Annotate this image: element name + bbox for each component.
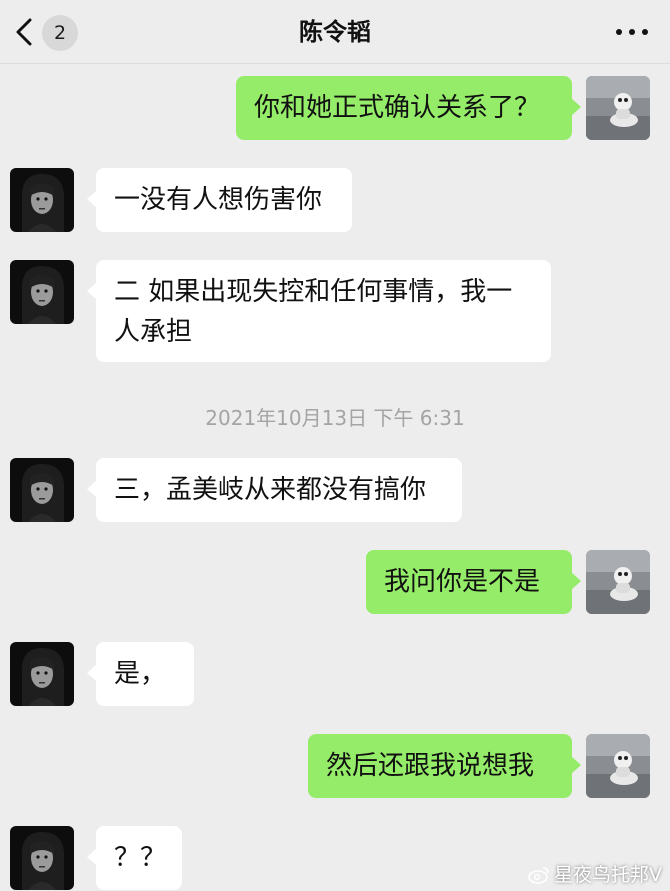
incoming-message[interactable]: 三，孟美岐从来都没有搞你 <box>87 458 462 522</box>
incoming-message[interactable]: ？？ <box>87 826 182 890</box>
watermark-text: 星夜鸟托邦V <box>554 864 662 886</box>
self-avatar[interactable] <box>586 734 650 798</box>
contact-avatar[interactable] <box>10 826 74 890</box>
incoming-message[interactable]: 是， <box>87 642 194 706</box>
outgoing-message[interactable]: 我问你是不是 <box>366 550 581 614</box>
self-avatar[interactable] <box>586 550 650 614</box>
contact-avatar[interactable] <box>10 642 74 706</box>
contact-avatar[interactable] <box>10 458 74 522</box>
weibo-watermark: 星夜鸟托邦V <box>528 860 662 887</box>
incoming-message[interactable]: 二 如果出现失控和任何事情，我一人承担 <box>87 260 551 362</box>
chat-title: 陈令韬 <box>299 18 371 46</box>
chat-header: 2 陈令韬 <box>0 0 670 64</box>
self-avatar[interactable] <box>586 76 650 140</box>
chevron-left-icon[interactable] <box>14 18 34 46</box>
outgoing-message[interactable]: 你和她正式确认关系了？ <box>236 76 581 140</box>
unread-count-badge[interactable]: 2 <box>42 15 78 51</box>
outgoing-message[interactable]: 然后还跟我说想我 <box>308 734 581 798</box>
contact-avatar[interactable] <box>10 168 74 232</box>
weibo-logo-icon <box>528 867 549 884</box>
message-timestamp: 2021年10月13日 下午 6:31 <box>205 406 465 430</box>
message-list[interactable]: 你和她正式确认关系了？ 一没有人想伤害你 二 如果出现失控和任何事情，我一人承担… <box>0 64 670 891</box>
contact-avatar[interactable] <box>10 260 74 324</box>
more-dots-icon[interactable] <box>614 20 650 44</box>
incoming-message[interactable]: 一没有人想伤害你 <box>87 168 352 232</box>
